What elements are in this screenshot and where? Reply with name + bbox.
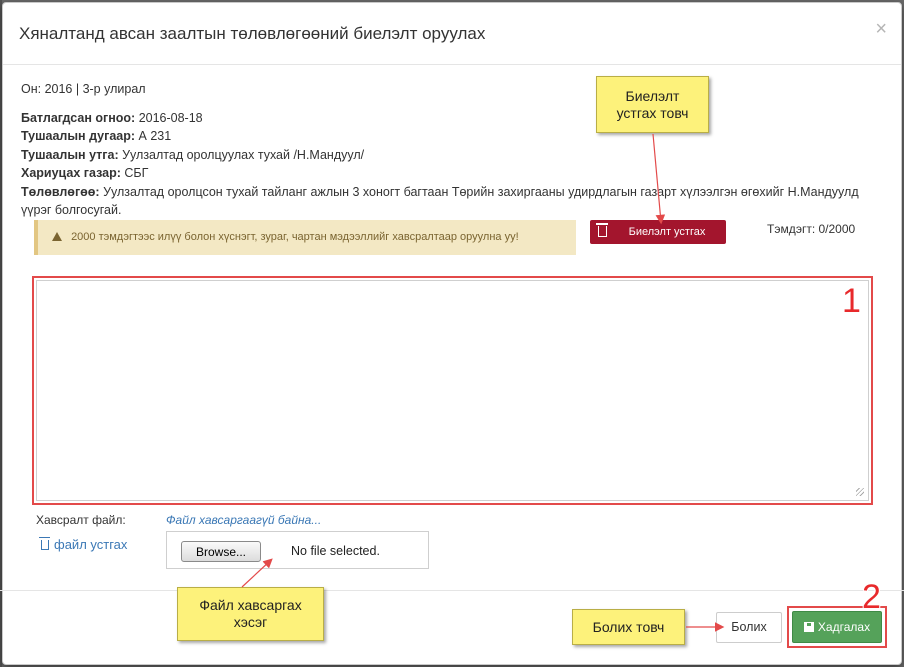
char-counter: Тэмдэгт: 0/2000	[767, 222, 856, 236]
plan-value: Уулзалтад оролцсон тухай тайланг ажлын 3…	[21, 184, 859, 218]
cancel-button[interactable]: Болих	[716, 612, 782, 643]
decree-number-value: А 231	[138, 129, 172, 143]
approved-date-label: Батлагдсан огноо:	[21, 110, 136, 125]
responsible-dept-label: Хариуцах газар:	[21, 166, 121, 180]
attachment-status[interactable]: Файл хавсаргаагүй байна...	[166, 513, 321, 527]
plan-row: Төлөвлөгөө: Уулзалтад оролцсон тухай тай…	[21, 183, 871, 220]
modal-header: Хяналтанд авсан заалтын төлөвлөгөөний би…	[3, 3, 901, 65]
callout-file-section: Файл хавсаргах хэсэг	[177, 587, 324, 641]
annotation-marker-2: 2	[862, 578, 881, 616]
decree-number-row: Тушаалын дугаар: А 231	[21, 127, 871, 146]
warning-alert: 2000 тэмдэгтээс илүү болон хүснэгт, зура…	[34, 220, 576, 255]
remove-file-label: файл устгах	[54, 537, 128, 552]
plan-label: Төлөвлөгөө:	[21, 184, 100, 199]
trash-icon	[596, 223, 608, 237]
decree-content-value: Уулзалтад оролцуулах тухай /Н.Мандуул/	[122, 147, 365, 162]
result-textarea[interactable]	[36, 280, 869, 501]
delete-result-label: Биелэлт устгах	[628, 226, 706, 238]
warning-icon	[52, 232, 62, 241]
warning-text: 2000 тэмдэгтээс илүү болон хүснэгт, зура…	[71, 231, 519, 243]
attachment-label: Хавсралт файл:	[36, 513, 126, 527]
approved-date-row: Батлагдсан огноо: 2016-08-18	[21, 109, 871, 128]
responsible-dept-row: Хариуцах газар: СБГ	[21, 164, 871, 183]
no-file-text: No file selected.	[291, 544, 380, 558]
modal-title: Хяналтанд авсан заалтын төлөвлөгөөний би…	[19, 24, 486, 43]
remove-file-link[interactable]: файл устгах	[39, 537, 128, 552]
decree-content-row: Тушаалын утга: Уулзалтад оролцуулах туха…	[21, 146, 871, 165]
delete-result-button[interactable]: Биелэлт устгах	[590, 220, 726, 244]
save-button-label: Хадгалах	[817, 620, 871, 634]
decree-info: Он: 2016 | 3-р улирал Батлагдсан огноо: …	[21, 80, 871, 220]
floppy-icon	[803, 622, 814, 632]
approved-date-value: 2016-08-18	[138, 110, 203, 125]
callout-delete-button: Биелэлт устгах товч	[596, 76, 709, 133]
file-input: Browse... No file selected.	[166, 531, 429, 569]
close-icon[interactable]: ×	[875, 19, 887, 39]
browse-button[interactable]: Browse...	[181, 541, 261, 562]
annotation-marker-1: 1	[842, 282, 861, 320]
responsible-dept-value: СБГ	[124, 166, 149, 180]
trash-icon	[39, 537, 50, 550]
resize-grip-icon[interactable]	[856, 488, 864, 496]
callout-cancel-button: Болих товч	[572, 609, 685, 645]
result-textarea-highlight	[32, 276, 873, 505]
period-text: Он: 2016 | 3-р улирал	[21, 82, 146, 96]
decree-content-label: Тушаалын утга:	[21, 147, 119, 162]
decree-number-label: Тушаалын дугаар:	[21, 129, 136, 143]
